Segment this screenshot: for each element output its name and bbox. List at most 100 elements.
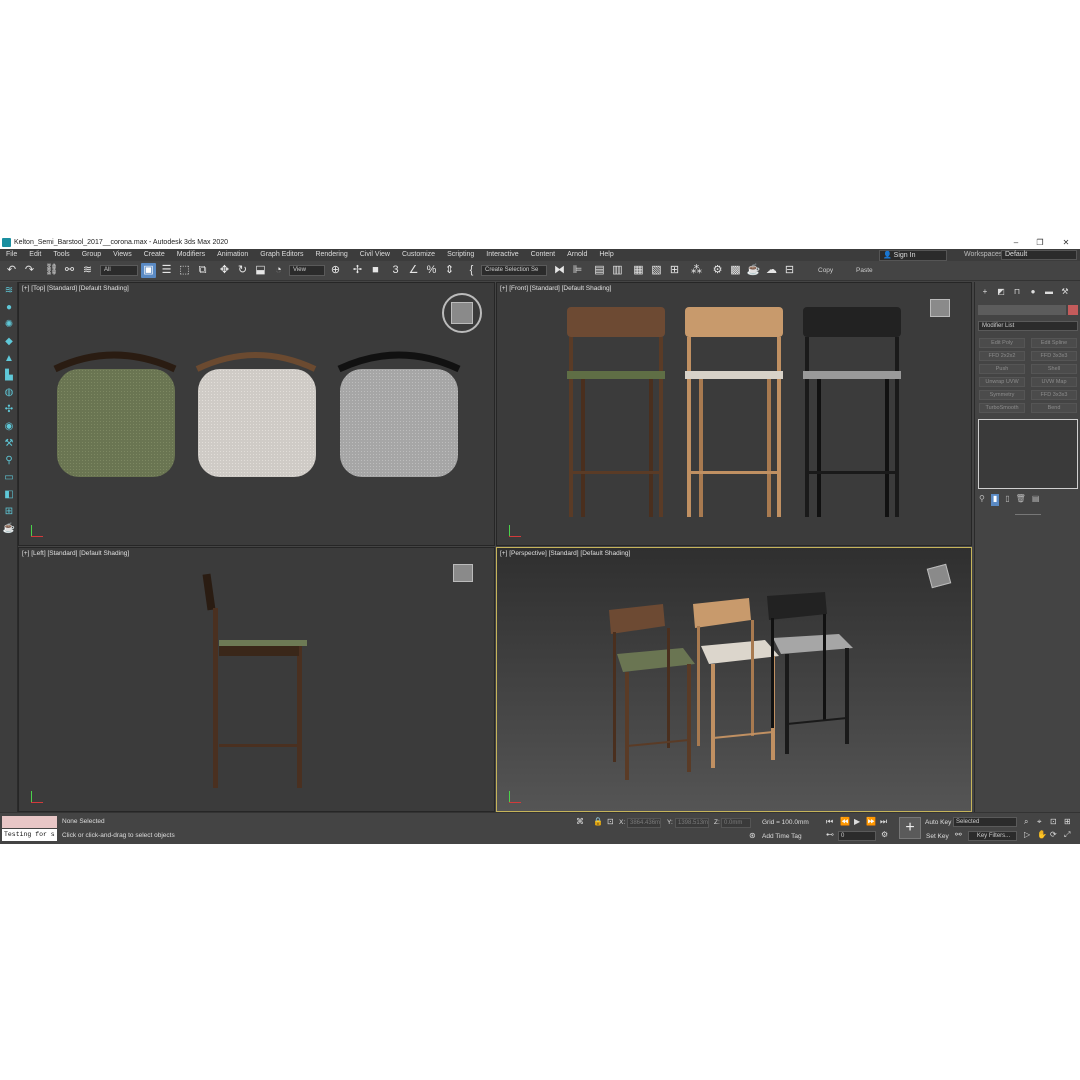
align-icon[interactable]: ⊫ xyxy=(570,263,585,278)
zoom-extents-all-icon[interactable]: ⊞ xyxy=(1064,817,1071,827)
window-crossing-icon[interactable]: ⧉ xyxy=(195,263,210,278)
undo-icon[interactable]: ↶ xyxy=(4,263,19,278)
object-color-swatch[interactable] xyxy=(1068,305,1078,315)
place-icon[interactable]: ◔ xyxy=(271,263,286,278)
viewcube[interactable] xyxy=(930,299,950,317)
menu-group[interactable]: Group xyxy=(76,249,107,261)
menu-file[interactable]: File xyxy=(0,249,23,261)
bind-space-warp-icon[interactable]: ≋ xyxy=(80,263,95,278)
modifier-stack[interactable] xyxy=(978,419,1078,489)
minimize-button[interactable]: – xyxy=(1004,236,1028,249)
zoom-icon[interactable]: ⌕ xyxy=(1024,817,1028,827)
viewport-front[interactable]: [+] [Front] [Standard] [Default Shading] xyxy=(496,282,972,546)
space-warps-icon[interactable]: ✣ xyxy=(2,403,16,417)
modifier-button[interactable]: TurboSmooth xyxy=(979,403,1025,413)
modifier-button[interactable]: Edit Poly xyxy=(979,338,1025,348)
cameras-icon[interactable]: ◆ xyxy=(2,335,16,349)
object-name-field[interactable] xyxy=(978,305,1066,315)
maximize-viewport-icon[interactable]: ⤢ xyxy=(1064,830,1070,840)
viewcube[interactable] xyxy=(453,564,473,582)
previous-frame-icon[interactable]: ⏪ xyxy=(840,817,850,827)
maximize-button[interactable]: ❐ xyxy=(1028,236,1052,249)
select-object-icon[interactable]: ▣ xyxy=(141,263,156,278)
key-filter-icon[interactable]: ⚯ xyxy=(955,830,962,840)
hierarchy-tab-icon[interactable]: ⊓ xyxy=(1011,286,1023,298)
unlink-icon[interactable]: ⚯ xyxy=(62,263,77,278)
named-selection-sets-dropdown[interactable]: Create Selection Se xyxy=(481,265,547,276)
modifier-button[interactable]: FFD 2x2x2 xyxy=(979,351,1025,361)
field-of-view-icon[interactable]: ▷ xyxy=(1024,830,1030,840)
helpers-icon[interactable]: ▲ xyxy=(2,352,16,366)
schematic-view-icon[interactable]: ⊞ xyxy=(667,263,682,278)
material-editor-icon[interactable]: ⁂ xyxy=(689,263,704,278)
next-frame-icon[interactable]: ⏩ xyxy=(866,817,876,827)
modifier-button[interactable]: FFD 3x3x3 xyxy=(1031,351,1077,361)
modify-icon[interactable]: ⊞ xyxy=(2,505,16,519)
maxscript-listener-input[interactable]: Testing for s xyxy=(2,829,57,841)
percent-snap-icon[interactable]: % xyxy=(424,263,439,278)
selection-filter-dropdown[interactable]: All xyxy=(100,265,138,276)
copy-button[interactable]: Copy xyxy=(818,267,833,274)
y-coordinate-field[interactable]: 1398.513m xyxy=(675,818,709,828)
a360-gallery-icon[interactable]: ⊟ xyxy=(782,263,797,278)
go-to-start-icon[interactable]: ⏮ xyxy=(826,817,833,827)
render-setup-icon[interactable]: ⚙ xyxy=(710,263,725,278)
redo-icon[interactable]: ↷ xyxy=(22,263,37,278)
scale-icon[interactable]: ⬓ xyxy=(253,263,268,278)
menu-animation[interactable]: Animation xyxy=(211,249,254,261)
menu-create[interactable]: Create xyxy=(138,249,171,261)
maxscript-listener-output[interactable] xyxy=(2,816,57,828)
create-tab-icon[interactable]: + xyxy=(979,286,991,298)
move-icon[interactable]: ✥ xyxy=(217,263,232,278)
menu-modifiers[interactable]: Modifiers xyxy=(171,249,211,261)
time-configuration-icon[interactable]: ⚙ xyxy=(881,830,888,840)
zoom-all-icon[interactable]: ⌖ xyxy=(1037,817,1042,827)
absolute-mode-icon[interactable]: ⊡ xyxy=(607,817,614,827)
menu-help[interactable]: Help xyxy=(593,249,619,261)
zoom-extents-icon[interactable]: ⊡ xyxy=(1050,817,1057,827)
workspaces-dropdown[interactable]: Default xyxy=(1001,250,1077,260)
play-icon[interactable]: ▶ xyxy=(854,817,860,827)
rectangular-selection-icon[interactable]: ⬚ xyxy=(177,263,192,278)
ribbon-toggle-icon[interactable]: ▦ xyxy=(631,263,646,278)
modifier-button[interactable]: Edit Spline xyxy=(1031,338,1077,348)
go-to-end-icon[interactable]: ⏭ xyxy=(880,817,887,827)
modifier-button[interactable]: Symmetry xyxy=(979,390,1025,400)
modify-tab-icon[interactable]: ◩ xyxy=(995,286,1007,298)
menu-interactive[interactable]: Interactive xyxy=(480,249,524,261)
menu-civil-view[interactable]: Civil View xyxy=(354,249,396,261)
shapes-icon[interactable]: ◍ xyxy=(2,386,16,400)
pin-stack-icon[interactable]: ⚲ xyxy=(979,494,985,506)
viewport-left[interactable]: [+] [Left] [Standard] [Default Shading] xyxy=(18,547,495,812)
hierarchy-icon[interactable]: ⚲ xyxy=(2,454,16,468)
menu-content[interactable]: Content xyxy=(525,249,562,261)
remove-modifier-icon[interactable]: 🗑 xyxy=(1016,494,1026,506)
motion-icon[interactable]: ▭ xyxy=(2,471,16,485)
viewport-top[interactable]: [+] [Top] [Standard] [Default Shading] xyxy=(18,282,495,546)
auto-key-button[interactable]: Auto Key xyxy=(925,819,951,826)
modifier-list-dropdown[interactable]: Modifier List xyxy=(978,321,1078,331)
edit-named-selection-icon[interactable]: { xyxy=(464,263,479,278)
pivot-center-icon[interactable]: ⊕ xyxy=(328,263,343,278)
snaps-toggle-icon[interactable]: 3 xyxy=(388,263,403,278)
make-unique-icon[interactable]: ▯ xyxy=(1005,494,1009,506)
sign-in-dropdown[interactable]: 👤 Sign In xyxy=(879,250,947,261)
menu-graph-editors[interactable]: Graph Editors xyxy=(254,249,309,261)
keyboard-shortcut-override-icon[interactable]: ■ xyxy=(368,263,383,278)
populate-icon[interactable]: ≋ xyxy=(2,284,16,298)
create-geometry-icon[interactable]: ● xyxy=(2,301,16,315)
paste-button[interactable]: Paste xyxy=(856,267,873,274)
select-manipulate-icon[interactable]: ✢ xyxy=(350,263,365,278)
modifier-button[interactable]: UVW Map xyxy=(1031,377,1077,387)
utilities-icon[interactable]: ⚒ xyxy=(2,437,16,451)
current-frame-field[interactable]: 0 xyxy=(838,831,876,841)
motion-tab-icon[interactable]: ● xyxy=(1027,286,1039,298)
viewcube-compass[interactable] xyxy=(442,293,482,333)
menu-edit[interactable]: Edit xyxy=(23,249,47,261)
reference-coordinate-dropdown[interactable]: View xyxy=(289,265,325,276)
isolate-selection-icon[interactable]: ⌘ xyxy=(576,817,584,827)
render-in-cloud-icon[interactable]: ☁ xyxy=(764,263,779,278)
modifier-button[interactable]: FFD 3x3x3 xyxy=(1031,390,1077,400)
configure-sets-icon[interactable]: ▤ xyxy=(1032,494,1040,506)
key-mode-icon[interactable]: ⊷ xyxy=(826,830,834,840)
